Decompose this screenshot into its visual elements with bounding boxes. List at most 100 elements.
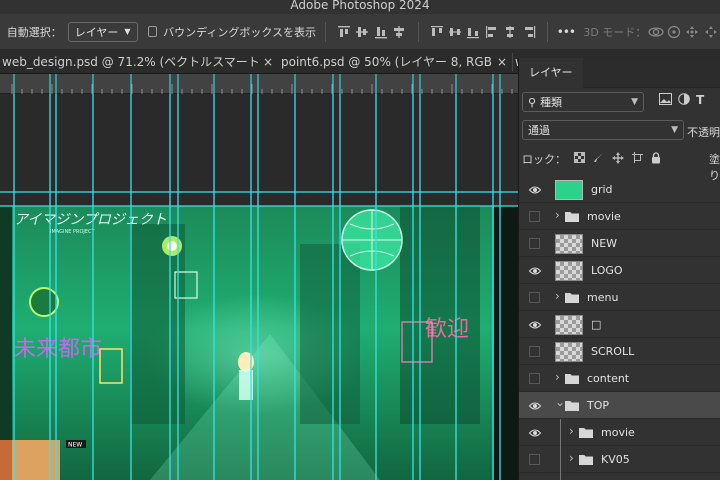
- visibility-toggle[interactable]: [529, 292, 540, 303]
- visibility-toggle[interactable]: [529, 211, 540, 222]
- distribute-right-icon[interactable]: [520, 21, 538, 43]
- adjustment-filter-icon[interactable]: [678, 93, 690, 108]
- chevron-right-icon[interactable]: ›: [555, 289, 560, 303]
- visibility-toggle[interactable]: [529, 346, 540, 357]
- divider: [417, 21, 419, 42]
- bounding-box-checkbox[interactable]: [147, 26, 158, 37]
- layer-row[interactable]: › movie: [519, 419, 720, 446]
- blend-mode-dropdown[interactable]: 通過 ▼: [522, 120, 684, 140]
- divider: [325, 21, 326, 42]
- layer-row[interactable]: › content: [519, 365, 720, 392]
- eye-icon[interactable]: [528, 185, 542, 195]
- folder-icon: [565, 400, 579, 411]
- distribute-top-icon[interactable]: [427, 21, 445, 43]
- panel-tab-bar: レイヤー: [519, 58, 720, 88]
- close-icon[interactable]: ×: [497, 50, 507, 74]
- more-options-button[interactable]: •••: [557, 25, 576, 39]
- layer-row[interactable]: NEW: [519, 230, 720, 257]
- layer-name: content: [587, 372, 630, 385]
- divider: [546, 21, 548, 42]
- layer-row[interactable]: ›KV04: [519, 473, 720, 480]
- distribute-horizontal-icon[interactable]: [501, 21, 519, 43]
- canvas-edge: [494, 206, 518, 480]
- options-bar: 自動選択： レイヤー ▼ バウンディングボックスを表示 ••• 3D モード：: [0, 14, 720, 50]
- layers-list: grid › movie NEW LOGO › menu □ SCROLL › content ⌄ TO…: [519, 176, 720, 480]
- auto-select-label: 自動選択：: [6, 25, 62, 39]
- tab-label: web_design.psd @ 71.2% (ベクトルスマート…: [2, 55, 258, 69]
- canvas-left-edge: [0, 206, 12, 480]
- layer-name: TOP: [587, 399, 610, 412]
- eye-icon[interactable]: [528, 320, 542, 330]
- eye-icon[interactable]: [528, 428, 542, 438]
- lock-label: ロック：: [522, 153, 566, 166]
- visibility-toggle[interactable]: [529, 238, 540, 249]
- pan-3d-icon[interactable]: [683, 21, 701, 43]
- layer-name: SCROLL: [591, 345, 635, 358]
- search-icon: ⚲: [528, 95, 537, 109]
- tab-layers[interactable]: レイヤー: [519, 58, 583, 88]
- layer-row[interactable]: LOGO: [519, 257, 720, 284]
- layer-name: NEW: [591, 237, 618, 250]
- slide-3d-icon[interactable]: [702, 21, 720, 43]
- layer-name: movie: [587, 210, 621, 223]
- tree-line: [560, 446, 561, 473]
- opacity-label[interactable]: 不透明度: [687, 124, 720, 140]
- lock-controls: ロック：: [522, 151, 661, 167]
- layer-row[interactable]: □: [519, 311, 720, 338]
- canvas-artwork: アイマジンプロジェクト IMAGINE PROJECT 未来都市 歓迎 NEW: [0, 94, 518, 480]
- filter-icons: T: [659, 93, 704, 108]
- layer-row[interactable]: ⌄ TOP: [519, 392, 720, 419]
- layer-row[interactable]: › movie: [519, 203, 720, 230]
- layer-thumbnail: [555, 342, 583, 362]
- tab-web-design[interactable]: web_design.psd @ 71.2% (ベクトルスマート…: [0, 50, 258, 74]
- layer-name: menu: [587, 291, 619, 304]
- tab-divider: [512, 53, 513, 71]
- lock-position-icon[interactable]: [612, 151, 624, 167]
- visibility-toggle[interactable]: [529, 373, 540, 384]
- folder-icon: [579, 427, 593, 438]
- align-horizontal-icon[interactable]: [390, 21, 408, 43]
- align-bottom-icon[interactable]: [372, 21, 390, 43]
- distribute-bottom-icon[interactable]: [464, 21, 482, 43]
- move-tool-icon[interactable]: [0, 21, 7, 43]
- building: [300, 244, 360, 424]
- lock-all-icon[interactable]: [651, 151, 661, 167]
- layer-name: movie: [601, 426, 635, 439]
- kind-filter-dropdown[interactable]: ⚲ 種類 ▼: [522, 92, 644, 112]
- thumbnail-image-inner: [12, 440, 60, 480]
- distribute-center-icon[interactable]: [446, 21, 464, 43]
- align-top-icon[interactable]: [335, 21, 353, 43]
- lock-artboard-icon[interactable]: [632, 152, 643, 166]
- horizontal-ruler[interactable]: [0, 74, 518, 94]
- type-filter-icon[interactable]: T: [696, 93, 704, 108]
- lock-brush-icon[interactable]: [593, 152, 604, 166]
- lock-transparency-icon[interactable]: [574, 152, 585, 166]
- distribute-left-icon[interactable]: [483, 21, 501, 43]
- building: [400, 204, 480, 424]
- eye-icon[interactable]: [528, 266, 542, 276]
- document-canvas[interactable]: アイマジンプロジェクト IMAGINE PROJECT 未来都市 歓迎 NEW: [0, 94, 518, 480]
- chevron-right-icon[interactable]: ›: [569, 451, 574, 465]
- chevron-right-icon[interactable]: ›: [555, 208, 560, 222]
- neon-lantern-core: [167, 241, 177, 251]
- chevron-down-icon[interactable]: ⌄: [555, 395, 565, 409]
- layer-row[interactable]: › menu: [519, 284, 720, 311]
- logo-text: アイマジンプロジェクト: [14, 212, 167, 228]
- photoshop-window: Adobe Photoshop 2024 自動選択： レイヤー ▼ バウンディン…: [0, 0, 720, 480]
- orbit-3d-icon[interactable]: [646, 21, 664, 43]
- close-icon[interactable]: ×: [263, 50, 273, 74]
- roll-3d-icon[interactable]: [665, 21, 683, 43]
- layer-row[interactable]: grid: [519, 176, 720, 203]
- image-filter-icon[interactable]: [659, 93, 672, 108]
- auto-select-dropdown[interactable]: レイヤー ▼: [67, 21, 138, 42]
- neon-badge: [29, 287, 59, 317]
- layer-row[interactable]: SCROLL: [519, 338, 720, 365]
- chevron-right-icon[interactable]: ›: [569, 424, 574, 438]
- chevron-right-icon[interactable]: ›: [555, 370, 560, 384]
- blend-row: 通過 ▼ 不透明度: [519, 116, 720, 144]
- visibility-toggle[interactable]: [529, 454, 540, 465]
- eye-icon[interactable]: [528, 401, 542, 411]
- tab-point6[interactable]: point6.psd @ 50% (レイヤー 8, RGB…: [281, 50, 493, 74]
- layer-row[interactable]: › KV05: [519, 446, 720, 473]
- align-vertical-center-icon[interactable]: [353, 21, 371, 43]
